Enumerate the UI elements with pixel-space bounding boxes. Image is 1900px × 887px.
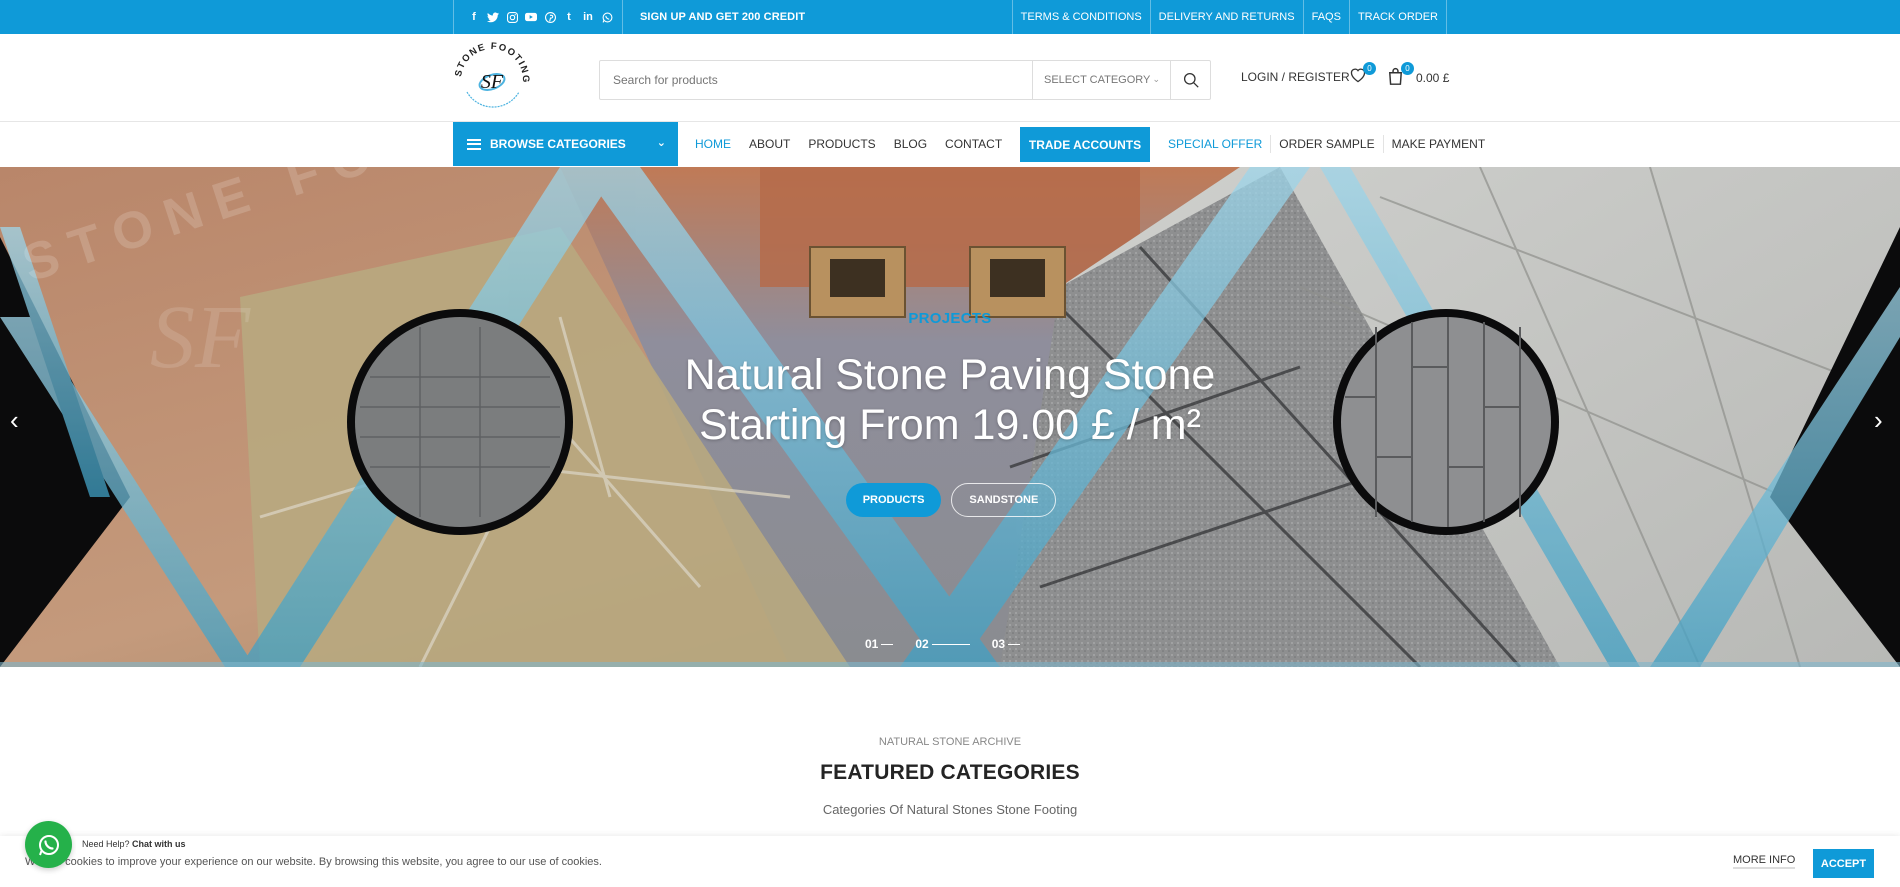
wishlist-count: 0	[1363, 62, 1376, 75]
signup-link[interactable]: SIGN UP AND GET 200 CREDIT	[640, 11, 805, 23]
terms-link[interactable]: TERMS & CONDITIONS	[1013, 0, 1151, 34]
nav-home[interactable]: HOME	[695, 137, 731, 151]
login-register-link[interactable]: LOGIN / REGISTER	[1241, 70, 1350, 84]
chevron-down-icon: ⌄	[1152, 74, 1160, 84]
hero-title-line-2: Starting From 19.00 £ / m²	[699, 401, 1201, 449]
category-select-label: SELECT CATEGORY	[1044, 74, 1151, 86]
slider-prev-arrow-icon[interactable]: ‹	[10, 405, 19, 436]
cookie-more-info-link[interactable]: MORE INFO	[1733, 854, 1796, 869]
hero-buttons: PRODUCTS SANDSTONE	[0, 483, 1900, 517]
chevron-down-icon: ⌄	[656, 137, 666, 149]
menu-icon	[467, 138, 481, 150]
hero-slider: STONE FOOTING SF PROJECTS Natural Stone …	[0, 167, 1900, 667]
hero-title-line-1: Natural Stone Paving Stone	[684, 351, 1216, 399]
browse-categories-button[interactable]: BROWSE CATEGORIES ⌄	[453, 122, 678, 166]
cookie-text: We use cookies to improve your experienc…	[25, 856, 602, 868]
primary-menu: HOME ABOUT PRODUCTS BLOG CONTACT	[695, 122, 1020, 166]
slider-dot-2[interactable]: 02	[915, 637, 970, 651]
search-button[interactable]	[1170, 61, 1210, 99]
slider-dot-3[interactable]: 03	[992, 637, 1021, 651]
whatsapp-tooltip[interactable]: Need Help? Chat with us	[76, 836, 192, 854]
nav-make-payment[interactable]: MAKE PAYMENT	[1382, 135, 1494, 153]
slider-pagination: 01 02 03	[865, 637, 1021, 651]
nav-order-sample[interactable]: ORDER SAMPLE	[1270, 135, 1382, 153]
whatsapp-icon	[38, 834, 59, 855]
top-links: TERMS & CONDITIONS DELIVERY AND RETURNS …	[1011, 0, 1447, 34]
nav-products[interactable]: PRODUCTS	[808, 137, 875, 151]
search-input[interactable]	[600, 61, 1032, 99]
youtube-icon[interactable]	[525, 11, 537, 23]
featured-description: Categories Of Natural Stones Stone Footi…	[822, 802, 1078, 817]
nav-contact[interactable]: CONTACT	[945, 137, 1002, 151]
browse-categories-label: BROWSE CATEGORIES	[490, 137, 626, 151]
category-select[interactable]: SELECT CATEGORY ⌄	[1032, 61, 1172, 99]
whatsapp-tooltip-cta: Chat with us	[132, 839, 186, 849]
top-bar-inner: f t in SIGN UP AND GET 200 CREDIT TERMS …	[453, 0, 1447, 34]
twitter-icon[interactable]	[487, 11, 499, 23]
hero-sandstone-button[interactable]: SANDSTONE	[951, 483, 1057, 517]
track-order-link[interactable]: TRACK ORDER	[1350, 0, 1447, 34]
site-header: STONE FOOTING SF SELECT CATEGORY ⌄ LOGIN…	[0, 34, 1900, 122]
cart-total[interactable]: 0.00 £	[1416, 71, 1449, 85]
nav-about[interactable]: ABOUT	[749, 137, 790, 151]
site-logo[interactable]: STONE FOOTING SF	[449, 36, 535, 120]
cookie-accept-button[interactable]: ACCEPT	[1813, 849, 1874, 878]
facebook-icon[interactable]: f	[468, 11, 480, 23]
featured-title: FEATURED CATEGORIES	[820, 761, 1080, 784]
cookie-bar: We use cookies to improve your experienc…	[0, 836, 1900, 887]
linkedin-icon[interactable]: in	[582, 11, 594, 23]
slider-next-arrow-icon[interactable]: ›	[1874, 405, 1883, 436]
main-nav: BROWSE CATEGORIES ⌄ HOME ABOUT PRODUCTS …	[0, 122, 1900, 167]
wishlist-button[interactable]: 0	[1349, 62, 1376, 87]
nav-special-offer[interactable]: SPECIAL OFFER	[1160, 135, 1270, 153]
hero-subtitle: PROJECTS	[908, 310, 992, 327]
search-bar: SELECT CATEGORY ⌄	[599, 60, 1211, 100]
secondary-menu: SPECIAL OFFER ORDER SAMPLE MAKE PAYMENT	[1160, 122, 1493, 166]
whatsapp-chat-button[interactable]	[25, 821, 72, 868]
featured-subtitle: NATURAL STONE ARCHIVE	[878, 736, 1022, 748]
hero-title: Natural Stone Paving Stone Starting From…	[0, 350, 1900, 450]
instagram-icon[interactable]	[506, 11, 518, 23]
logo-mark: SF	[481, 71, 504, 93]
pinterest-icon[interactable]	[544, 11, 556, 23]
search-icon	[1183, 72, 1199, 88]
whatsapp-tooltip-prefix: Need Help?	[82, 839, 130, 849]
delivery-link[interactable]: DELIVERY AND RETURNS	[1151, 0, 1304, 34]
nav-blog[interactable]: BLOG	[894, 137, 927, 151]
tumblr-icon[interactable]: t	[563, 11, 575, 23]
faqs-link[interactable]: FAQS	[1304, 0, 1350, 34]
cart-button[interactable]: 0	[1387, 62, 1414, 87]
hero-products-button[interactable]: PRODUCTS	[845, 483, 942, 517]
trade-accounts-button[interactable]: TRADE ACCOUNTS	[1020, 127, 1150, 162]
whatsapp-icon[interactable]	[601, 11, 613, 23]
slider-dot-1[interactable]: 01	[865, 637, 894, 651]
social-links: f t in	[453, 0, 623, 34]
cart-count: 0	[1401, 62, 1414, 75]
top-bar: f t in SIGN UP AND GET 200 CREDIT TERMS …	[0, 0, 1900, 34]
